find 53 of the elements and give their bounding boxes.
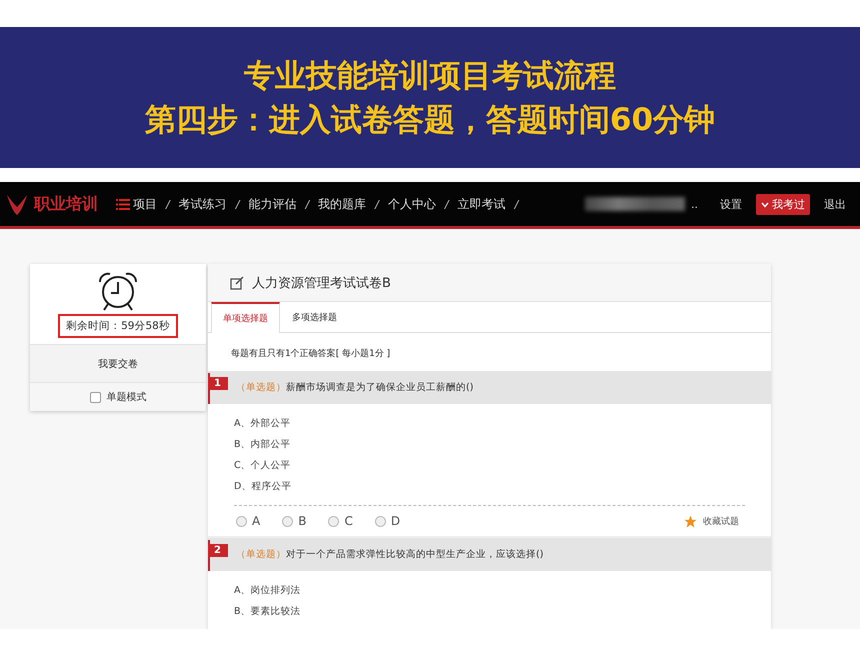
nav-separator: / [514,198,518,210]
nav-link[interactable]: 我的题库 [318,196,366,212]
radio-circle[interactable] [374,516,386,526]
nav-separator: / [305,198,310,210]
radio-circle[interactable] [328,516,340,526]
answer-radio[interactable]: D [374,514,400,528]
nav-separator: / [375,198,379,210]
tab[interactable]: 单项选择题 [211,302,280,333]
nav-link[interactable]: 个人中心 [388,196,436,212]
nav-separator: / [166,198,170,210]
banner-title: 第四步：进入试卷答题，答题时间60分钟 [144,100,716,140]
nav-separator: / [444,198,449,210]
question-text: 对于一个产品需求弹性比较高的中型生产企业，应该选择() [286,548,544,561]
answer-radio[interactable]: C [328,514,353,528]
question-number: 1 [214,377,221,390]
option-text: B、要素比较法 [234,605,302,619]
question-text: 薪酬市场调查是为了确保企业员工薪酬的() [286,381,474,394]
nav-link[interactable]: 退出 [820,194,850,214]
favorite-button[interactable]: 收藏试题 [678,514,745,528]
radio-circle[interactable] [236,516,247,526]
radio-circle[interactable] [282,516,294,526]
nav-link[interactable]: 设置 [716,194,746,214]
nav-link[interactable]: 立即考试 [458,196,506,212]
exam-history-button[interactable]: 我考过 [756,194,810,214]
option-text: A、外部公平 [234,417,292,431]
question-type: （单选题） [236,548,286,561]
banner-title: 专业技能培训项目考试流程 [244,56,616,96]
alarm-clock-icon [96,270,140,312]
checkbox[interactable] [90,392,100,402]
instruction-text: 每题有且只有1个正确答案[ 每小题1分 ] [230,347,392,361]
nav-link[interactable]: 能力评估 [248,196,296,212]
checkbox-label: 单题模式 [106,390,146,404]
question-number: 2 [214,544,221,557]
remaining-time: 剩余时间：59分58秒 [58,314,178,338]
question-type: （单选题） [236,381,286,394]
tab[interactable]: 多项选择题 [280,302,349,332]
nav-link[interactable]: 考试练习 [178,196,227,212]
menu-icon [116,198,130,210]
option-text: B、内部公平 [234,438,292,452]
option-text: A、岗位排列法 [234,584,302,598]
nav-separator: / [236,198,240,210]
edit-icon [230,276,244,290]
star-icon [684,514,697,528]
caret-icon [761,202,769,208]
username-ellipsis: .. [691,198,698,210]
logo-text: 职业培训 [34,194,98,214]
exam-title: 人力资源管理考试试卷B [252,274,391,292]
option-text: D、程序公平 [234,480,292,494]
answer-radio[interactable]: A [236,514,260,528]
answer-radio[interactable]: B [282,514,306,528]
submit-exam-button[interactable]: 我要交卷 [30,344,206,382]
option-text: C、个人公平 [234,459,292,473]
nav-link[interactable]: 项目 [116,196,157,212]
